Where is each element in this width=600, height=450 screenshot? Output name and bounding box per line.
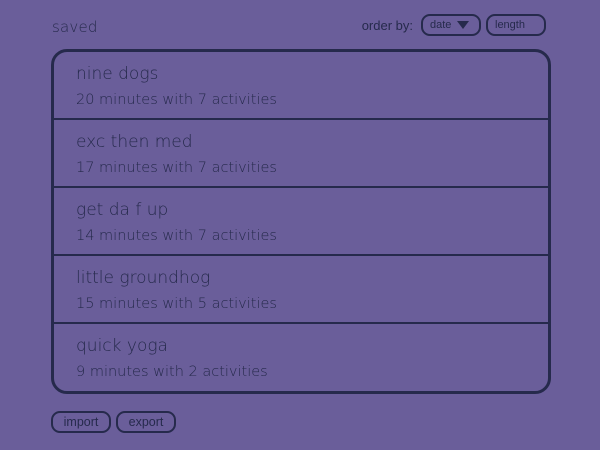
item-name: get da f up [76,200,169,220]
list-item[interactable]: quick yoga 9 minutes with 2 activities [54,324,548,391]
list-item[interactable]: exc then med 17 minutes with 7 activitie… [54,120,548,188]
item-detail: 14 minutes with 7 activities [76,228,277,244]
item-detail: 20 minutes with 7 activities [76,92,277,108]
sort-date-button[interactable]: date [421,14,481,36]
list-item[interactable]: little groundhog 15 minutes with 5 activ… [54,256,548,324]
export-button[interactable]: export [116,411,176,433]
order-by-controls: order by: date length [362,14,546,36]
item-detail: 17 minutes with 7 activities [76,160,277,176]
import-button[interactable]: import [51,411,111,433]
sort-date-label: date [430,19,452,31]
order-by-label: order by: [361,17,413,33]
item-detail: 15 minutes with 5 activities [76,296,277,312]
sort-length-button[interactable]: length [486,14,546,36]
page-title: saved [52,18,98,36]
item-name: quick yoga [76,336,168,356]
list-item[interactable]: get da f up 14 minutes with 7 activities [54,188,548,256]
saved-list: nine dogs 20 minutes with 7 activities e… [51,49,551,394]
list-item[interactable]: nine dogs 20 minutes with 7 activities [54,52,548,120]
item-name: exc then med [76,132,193,152]
item-name: little groundhog [76,268,211,288]
sort-length-label: length [495,19,525,31]
triangle-down-icon [457,21,470,29]
item-detail: 9 minutes with 2 activities [76,364,268,380]
import-export-controls: import export [51,411,176,433]
item-name: nine dogs [76,64,159,84]
